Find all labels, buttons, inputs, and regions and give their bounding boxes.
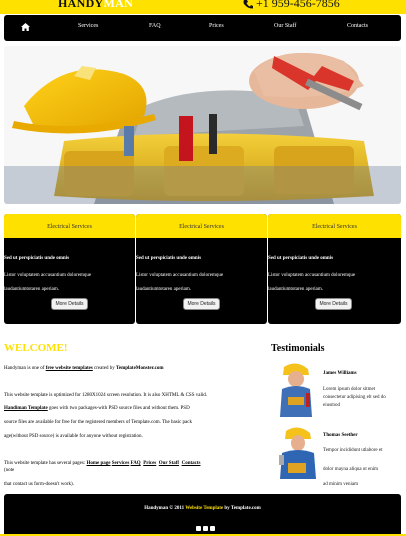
testimonial-avatar [274, 427, 320, 479]
intro-text: created by [92, 366, 116, 371]
footer-template-link[interactable]: Website Template [185, 506, 223, 511]
welcome-paragraph-line: source files are available for free for … [4, 420, 192, 425]
welcome-heading: WELCOME! [4, 342, 68, 354]
card-text: Listor voluptatem accusantium doloremque… [136, 269, 267, 297]
link-home-page[interactable]: Home page [86, 461, 110, 466]
nav-prices[interactable]: Prices [209, 23, 224, 29]
logo[interactable]: HANDYMAN [58, 0, 133, 11]
pages-note: (note [4, 468, 15, 473]
welcome-paragraph-line: This website template is optimized for 1… [4, 393, 207, 398]
card-title: Electrical Services [4, 214, 135, 238]
link-prices[interactable]: Prices [143, 461, 156, 466]
linkedin-icon[interactable] [210, 526, 215, 531]
testimonial-text: ad minim veniam [323, 482, 358, 487]
testimonial-text: Lorem ipsum dolor sitmet consectetur adi… [323, 387, 386, 408]
card-text-line: Listor voluptatem accusantium doloremque [136, 273, 224, 278]
handyman-photo [4, 46, 401, 204]
hero-image [4, 46, 401, 204]
service-card: Electrical Services Sed ut perspiciatis … [4, 214, 135, 324]
more-details-button[interactable]: More Details [315, 298, 352, 310]
testimonial-avatar [274, 363, 320, 417]
nav-services[interactable]: Services [78, 23, 98, 29]
more-details-button[interactable]: More Details [51, 298, 88, 310]
card-text: Listor voluptatem accusantium doloremque… [4, 269, 135, 297]
intro-text: Handyman is one of [4, 366, 46, 371]
phone-text: +1 959-456-7856 [256, 0, 340, 10]
card-text-line: laudantiumtotaren aperiam. [136, 287, 191, 292]
pages-list: This website template has several pages:… [4, 460, 200, 468]
card-text-line: Listor voluptatem accusantium doloremque [268, 273, 356, 278]
footer-copyright: Handyman © 2011 Website Template by Temp… [4, 506, 401, 511]
link-services[interactable]: Services [112, 461, 130, 466]
link-contacts[interactable]: Contacts [182, 461, 201, 466]
link-our-staff[interactable]: Our Staff [159, 461, 179, 466]
phone-icon [243, 0, 253, 9]
footer-by: by Template.com [223, 506, 261, 511]
facebook-icon[interactable] [196, 526, 201, 531]
card-bold-text: Sed ut perspiciatis unde omnis [136, 256, 202, 261]
card-text-line: laudantiumtotaren aperiam. [4, 287, 59, 292]
welcome-paragraph-line: Handiman Template goes with two packages… [4, 405, 190, 413]
header-bar: HANDYMAN +1 959-456-7856 [0, 0, 406, 14]
testimonial-text: Tempor incididunt utlabore et [323, 448, 383, 453]
link-faq[interactable]: FAQ [131, 461, 141, 466]
nav-our-staff[interactable]: Our Staff [274, 23, 296, 29]
testimonial-text: dolor mayna aliqua ut enim [323, 467, 378, 472]
footer-copy: © 2011 [168, 506, 186, 511]
testimonial-name: Thomas Seether [323, 433, 358, 438]
twitter-icon[interactable] [203, 526, 208, 531]
templatemonster-link[interactable]: TemplateMonster.com [116, 366, 164, 371]
card-text-line: Listor voluptatem accusantium doloremque [4, 273, 92, 278]
home-icon[interactable] [21, 23, 30, 31]
nav-contacts[interactable]: Contacts [347, 23, 368, 29]
card-bold-text: Sed ut perspiciatis unde omnis [268, 256, 334, 261]
testimonial-name: James Williams [323, 371, 357, 376]
card-bold-text: Sed ut perspiciatis unde omnis [4, 256, 70, 261]
paragraph-text: goes with two packages-with PSD source f… [47, 406, 190, 411]
footer: Handyman © 2011 Website Template by Temp… [4, 494, 401, 534]
main-nav: Services FAQ Prices Our Staff Contacts [4, 15, 401, 41]
free-templates-link[interactable]: free website templates [46, 366, 93, 371]
service-card: Electrical Services Sed ut perspiciatis … [136, 214, 267, 324]
page: HANDYMAN +1 959-456-7856 Services FAQ Pr… [0, 0, 406, 534]
welcome-intro: Handyman is one of free website template… [4, 365, 164, 373]
card-title: Electrical Services [268, 214, 401, 238]
footer-brand: Handyman [144, 506, 169, 511]
card-title: Electrical Services [136, 214, 267, 238]
testimonials-heading: Testimonials [271, 343, 325, 354]
service-card: Electrical Services Sed ut perspiciatis … [268, 214, 401, 324]
logo-part2: MAN [103, 0, 134, 10]
social-links [196, 518, 217, 531]
card-text-line: laudantiumtotaren aperiam. [268, 287, 323, 292]
welcome-paragraph-line: age(without PSD source) is available for… [4, 434, 143, 439]
logo-part1: HANDY [58, 0, 104, 10]
phone-number: +1 959-456-7856 [242, 0, 340, 11]
nav-faq[interactable]: FAQ [149, 23, 161, 29]
more-details-button[interactable]: More Details [183, 298, 220, 310]
services-cards: Electrical Services Sed ut perspiciatis … [4, 214, 401, 324]
card-text: Listor voluptatem accusantium doloremque… [268, 269, 399, 297]
pages-text: This website template has several pages: [4, 461, 87, 466]
handiman-template-link[interactable]: Handiman Template [4, 406, 48, 411]
pages-note: that contact us form-doesn't work). [4, 482, 74, 487]
